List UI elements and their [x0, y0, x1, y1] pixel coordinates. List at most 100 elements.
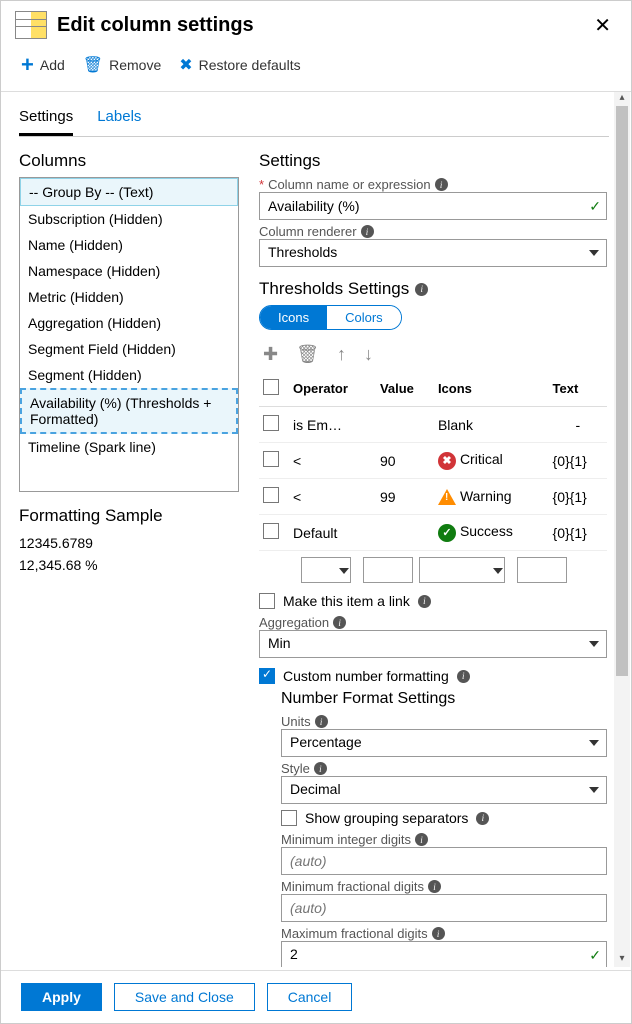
info-icon[interactable]: i — [314, 762, 327, 775]
threshold-down-icon[interactable]: ↓ — [364, 344, 373, 365]
th-operator: Operator — [289, 371, 376, 407]
customfmt-label: Custom number formatting — [283, 668, 449, 684]
remove-button[interactable]: 🗑 Remove — [83, 55, 161, 75]
column-item[interactable]: -- Group By -- (Text) — [20, 178, 238, 206]
add-label: Add — [40, 57, 65, 73]
threshold-row[interactable]: < 99 Warning {0}{1} — [259, 479, 607, 515]
apply-button[interactable]: Apply — [21, 983, 102, 1011]
style-label: Style — [281, 761, 310, 776]
restore-button[interactable]: ✖ Restore defaults — [179, 55, 300, 75]
select-all-checkbox[interactable] — [263, 379, 279, 395]
restore-icon: ✖ — [179, 55, 192, 75]
th-icons: Icons — [434, 371, 549, 407]
grouping-checkbox[interactable] — [281, 810, 297, 826]
numfmt-heading: Number Format Settings — [281, 690, 607, 708]
renderer-label: Column renderer — [259, 224, 357, 239]
scroll-up-icon[interactable]: ▴ — [614, 92, 630, 106]
info-icon[interactable]: i — [428, 880, 441, 893]
scroll-down-icon[interactable]: ▾ — [614, 953, 630, 967]
minint-label: Minimum integer digits — [281, 832, 411, 847]
settings-heading: Settings — [259, 151, 607, 171]
threshold-up-icon[interactable]: ↑ — [337, 344, 346, 365]
minfrac-input[interactable] — [281, 894, 607, 922]
table-icon — [15, 11, 47, 39]
cancel-button[interactable]: Cancel — [267, 983, 353, 1011]
restore-label: Restore defaults — [199, 57, 301, 73]
columns-list[interactable]: -- Group By -- (Text) Subscription (Hidd… — [19, 177, 239, 492]
pill-colors[interactable]: Colors — [327, 306, 401, 329]
maxfrac-label: Maximum fractional digits — [281, 926, 428, 941]
column-item[interactable]: Namespace (Hidden) — [20, 258, 238, 284]
agg-select[interactable]: Min — [259, 630, 607, 658]
column-item[interactable]: Metric (Hidden) — [20, 284, 238, 310]
critical-icon: ✖ — [438, 452, 456, 470]
sample-heading: Formatting Sample — [19, 506, 239, 526]
threshold-row[interactable]: < 90 ✖Critical {0}{1} — [259, 443, 607, 479]
tab-settings[interactable]: Settings — [19, 104, 73, 136]
threshold-delete-icon[interactable]: 🗑 — [296, 344, 319, 365]
add-button[interactable]: + Add — [21, 57, 65, 73]
customfmt-checkbox[interactable] — [259, 668, 275, 684]
th-value: Value — [376, 371, 434, 407]
tab-labels[interactable]: Labels — [97, 104, 141, 136]
info-icon[interactable]: i — [418, 595, 431, 608]
row-checkbox[interactable] — [263, 451, 279, 467]
new-op-select[interactable] — [301, 557, 351, 583]
pill-icons[interactable]: Icons — [260, 306, 327, 329]
row-checkbox[interactable] — [263, 523, 279, 539]
info-icon[interactable]: i — [476, 812, 489, 825]
remove-label: Remove — [109, 57, 161, 73]
checkmark-icon: ✓ — [589, 947, 601, 964]
thresholds-heading: Thresholds Settings — [259, 279, 409, 299]
minfrac-label: Minimum fractional digits — [281, 879, 424, 894]
column-item[interactable]: Subscription (Hidden) — [20, 206, 238, 232]
new-icon-select[interactable] — [419, 557, 505, 583]
info-icon[interactable]: i — [361, 225, 374, 238]
column-item[interactable]: Name (Hidden) — [20, 232, 238, 258]
icon-blank: Blank — [438, 417, 473, 433]
row-checkbox[interactable] — [263, 487, 279, 503]
checkmark-icon: ✓ — [589, 198, 601, 215]
link-checkbox[interactable] — [259, 593, 275, 609]
renderer-select[interactable]: Thresholds — [259, 239, 607, 267]
threshold-add-icon[interactable]: ✚ — [263, 344, 278, 365]
dialog-title: Edit column settings — [57, 14, 588, 37]
info-icon[interactable]: i — [415, 833, 428, 846]
thresholds-table: Operator Value Icons Text is Em… Blank -… — [259, 371, 607, 551]
column-item[interactable]: Segment Field (Hidden) — [20, 336, 238, 362]
minint-input[interactable] — [281, 847, 607, 875]
info-icon[interactable]: i — [435, 178, 448, 191]
colname-label: Column name or expression — [268, 177, 431, 192]
trash-icon: 🗑 — [83, 55, 103, 75]
scrollbar-track[interactable]: ▴ ▾ — [614, 92, 630, 967]
column-item-selected[interactable]: Availability (%) (Thresholds + Formatted… — [20, 388, 238, 434]
row-checkbox[interactable] — [263, 415, 279, 431]
info-icon[interactable]: i — [333, 616, 346, 629]
units-select[interactable]: Percentage — [281, 729, 607, 757]
info-icon[interactable]: i — [415, 283, 428, 296]
new-text-input[interactable] — [517, 557, 567, 583]
threshold-row[interactable]: is Em… Blank - — [259, 407, 607, 443]
colname-input[interactable] — [259, 192, 607, 220]
info-icon[interactable]: i — [432, 927, 445, 940]
column-item[interactable]: Segment (Hidden) — [20, 362, 238, 388]
success-icon: ✓ — [438, 524, 456, 542]
units-label: Units — [281, 714, 311, 729]
info-icon[interactable]: i — [457, 670, 470, 683]
close-icon[interactable]: ✕ — [588, 13, 617, 38]
info-icon[interactable]: i — [315, 715, 328, 728]
column-item[interactable]: Timeline (Spark line) — [20, 434, 238, 460]
th-text: Text — [549, 371, 607, 407]
plus-icon: + — [21, 58, 34, 72]
column-item[interactable]: Aggregation (Hidden) — [20, 310, 238, 336]
maxfrac-select[interactable]: 2 — [281, 941, 607, 967]
style-select[interactable]: Decimal — [281, 776, 607, 804]
new-value-input[interactable] — [363, 557, 413, 583]
sample-formatted: 12,345.68 % — [19, 554, 239, 576]
sample-raw: 12345.6789 — [19, 532, 239, 554]
save-close-button[interactable]: Save and Close — [114, 983, 255, 1011]
scrollbar-thumb[interactable] — [616, 106, 628, 676]
icons-colors-toggle[interactable]: Icons Colors — [259, 305, 402, 330]
threshold-row[interactable]: Default ✓Success {0}{1} — [259, 515, 607, 551]
warning-icon — [438, 489, 456, 505]
